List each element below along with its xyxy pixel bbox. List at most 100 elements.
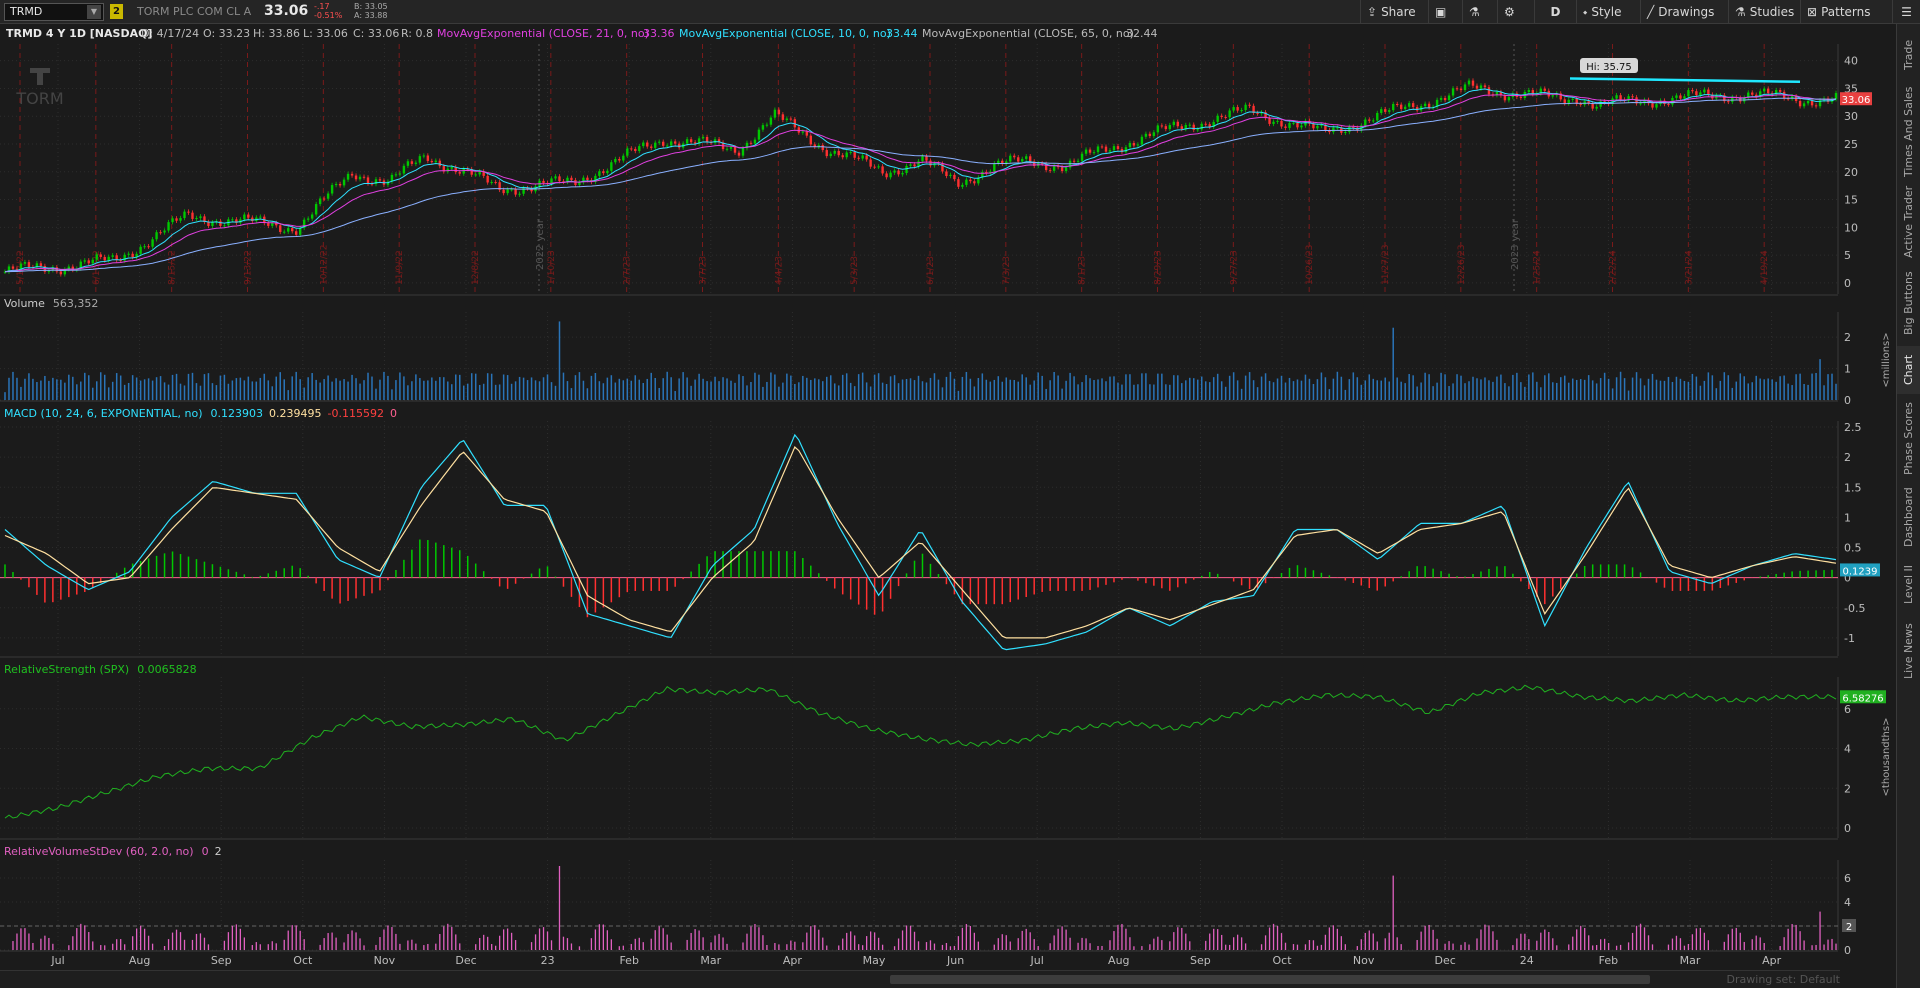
candle-body <box>1483 85 1487 88</box>
candle-body <box>1052 166 1056 171</box>
candle-body <box>310 214 314 219</box>
side-tab-level-ii[interactable]: Level II <box>1897 554 1920 614</box>
candle-body <box>394 174 398 176</box>
candle-body <box>1013 155 1016 158</box>
candle-body <box>622 155 625 161</box>
panel-0-y-tick: 15 <box>1844 194 1858 207</box>
event-date-label: 11/27/23 <box>1381 245 1391 285</box>
candle-body <box>1695 91 1698 96</box>
candle-body <box>1072 160 1076 162</box>
candle-body <box>438 160 442 167</box>
event-date-label: 7/3/23 <box>1002 256 1012 285</box>
candle-body <box>757 129 761 140</box>
rs-title[interactable]: RelativeStrength (SPX) <box>4 663 129 676</box>
candle-body <box>1451 88 1455 96</box>
candle-body <box>410 161 414 164</box>
candle-body <box>103 256 106 261</box>
x-axis-month: Feb <box>619 954 638 967</box>
x-axis-month: Sep <box>1190 954 1211 967</box>
macd-last-tag-text: 0.1239 <box>1843 566 1878 577</box>
macd-value: 0.123903 <box>210 407 264 420</box>
candle-body <box>1579 103 1582 105</box>
rv-title[interactable]: RelativeVolumeStDev (60, 2.0, no) <box>4 845 194 858</box>
event-date-label: 1/10/23 <box>547 250 557 285</box>
candle-body <box>502 189 505 194</box>
candle-body <box>586 177 589 181</box>
candle-body <box>175 218 178 221</box>
candle-body <box>1272 121 1275 124</box>
candle-body <box>1092 152 1096 154</box>
side-tab-chart[interactable]: Chart <box>1897 346 1920 394</box>
side-tab-active-trader[interactable]: Active Trader <box>1897 184 1920 260</box>
x-axis-month: Oct <box>1272 954 1292 967</box>
candle-body <box>247 214 250 218</box>
candle-body <box>1136 144 1140 146</box>
candle-body <box>889 172 892 178</box>
horizontal-scrollbar[interactable]: Drawing set: Default <box>0 970 1840 988</box>
candle-body <box>147 246 150 248</box>
candle-body <box>195 217 198 219</box>
candle-body <box>765 124 769 126</box>
event-date-label: 4/19/24 <box>1760 250 1770 285</box>
rv-threshold-tag-text: 2 <box>1846 922 1852 933</box>
candle-body <box>11 266 15 269</box>
candle-body <box>1806 101 1810 104</box>
candle-body <box>211 222 214 226</box>
candle-body <box>1447 95 1451 101</box>
candle-body <box>1388 110 1391 112</box>
candle-body <box>777 109 781 115</box>
candle-body <box>314 204 318 215</box>
candle-body <box>1124 147 1128 153</box>
candle-body <box>1276 120 1279 122</box>
candle-body <box>1703 89 1706 93</box>
rs-label: RelativeStrength (SPX) 0.0065828 <box>4 663 197 677</box>
candle-body <box>662 141 665 146</box>
candle-body <box>430 160 434 163</box>
menu-button[interactable]: ☰ <box>1892 0 1920 24</box>
candle-body <box>1415 107 1419 111</box>
candle-body <box>514 189 517 195</box>
x-axis-month: 24 <box>1520 954 1534 967</box>
candle-body <box>542 180 545 183</box>
candle-body <box>155 232 158 240</box>
candle-body <box>634 148 637 152</box>
candle-body <box>1376 112 1379 121</box>
x-axis-month: Dec <box>455 954 476 967</box>
candle-body <box>909 164 912 166</box>
candle-body <box>961 184 964 187</box>
chart-area[interactable]: 0510152025303540012-1-0.500.511.522.5024… <box>0 0 1896 970</box>
candle-body <box>1084 149 1088 154</box>
event-date-label: 9/27/23 <box>1229 250 1239 285</box>
candle-body <box>362 176 366 178</box>
candle-body <box>171 218 174 223</box>
candle-body <box>151 239 154 247</box>
candle-body <box>785 118 789 120</box>
side-tab-trade[interactable]: Trade <box>1897 32 1920 78</box>
rv-label: RelativeVolumeStDev (60, 2.0, no) 0 2 <box>4 845 222 859</box>
side-tab-times-and-sales[interactable]: Times And Sales <box>1897 84 1920 180</box>
candle-body <box>199 216 202 218</box>
macd-title[interactable]: MACD (10, 24, 6, EXPONENTIAL, no) <box>4 407 203 420</box>
candle-body <box>949 174 952 176</box>
panel-3-y-tick: 4 <box>1844 743 1851 756</box>
candle-body <box>506 189 509 194</box>
candle-body <box>1463 84 1467 91</box>
menu-icon: ☰ <box>1901 5 1912 19</box>
candle-body <box>366 177 370 184</box>
side-tab-big-buttons[interactable]: Big Buttons <box>1897 264 1920 342</box>
rs-value: 0.0065828 <box>137 663 197 676</box>
panel-1-y-tick: 0 <box>1844 394 1851 407</box>
event-date-label: 5/3/23 <box>850 256 860 285</box>
side-tab-live-news[interactable]: Live News <box>1897 618 1920 684</box>
candle-body <box>1423 103 1427 107</box>
side-tab-phase-scores[interactable]: Phase Scores <box>1897 398 1920 480</box>
candle-body <box>159 232 162 234</box>
candle-body <box>1814 105 1818 107</box>
candle-body <box>1188 124 1191 126</box>
scroll-thumb[interactable] <box>890 975 1650 984</box>
candle-body <box>346 173 350 180</box>
candle-body <box>406 161 410 166</box>
side-tab-dashboard[interactable]: Dashboard <box>1897 484 1920 550</box>
candle-body <box>338 184 342 186</box>
candle-body <box>877 166 880 168</box>
